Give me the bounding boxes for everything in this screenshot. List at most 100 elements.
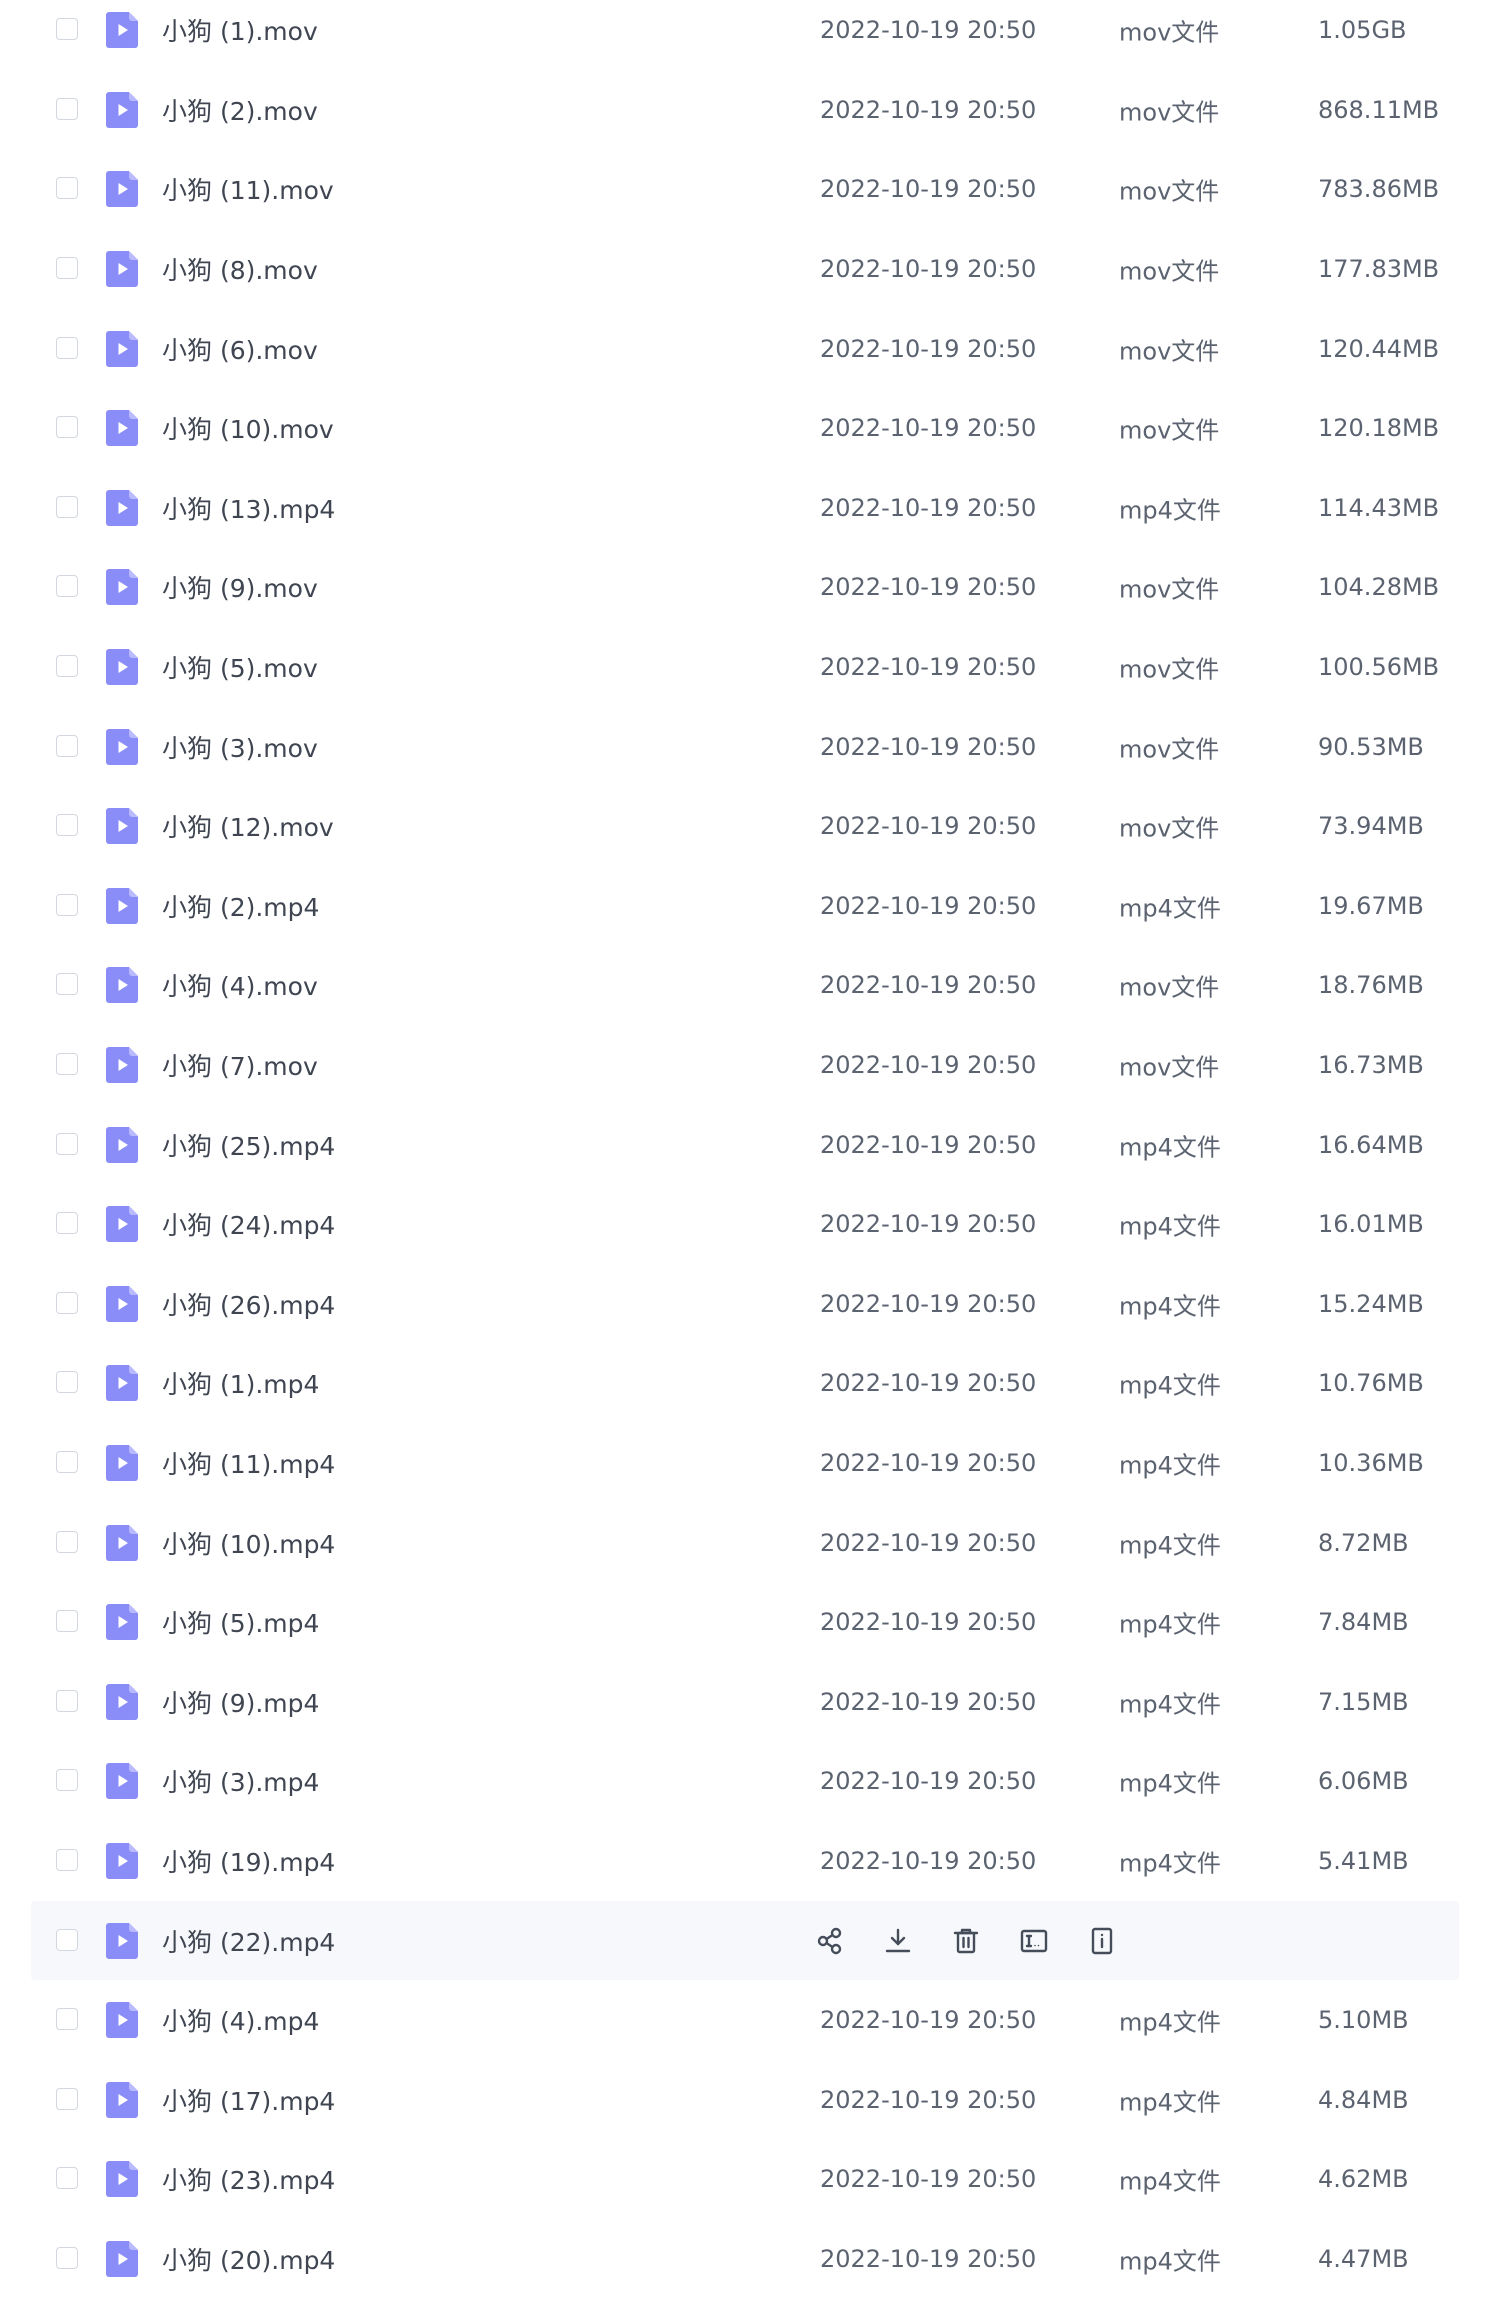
file-size: 100.56MB	[1318, 653, 1440, 682]
row-checkbox[interactable]	[56, 18, 78, 41]
row-checkbox[interactable]	[56, 495, 78, 518]
table-row[interactable]: 小狗 (10).mov 2022-10-19 20:50 mov文件 120.18MB	[31, 389, 1459, 469]
file-name[interactable]: 小狗 (24).mp4	[162, 1206, 335, 1242]
table-row[interactable]: 小狗 (7).mov 2022-10-19 20:50 mov文件 16.73MB	[31, 1025, 1459, 1105]
file-name[interactable]: 小狗 (25).mp4	[162, 1127, 335, 1163]
table-row-hovered[interactable]: 小狗 (22).mp4	[31, 1900, 1459, 1981]
table-row[interactable]: 小狗 (9).mov 2022-10-19 20:50 mov文件 104.28MB	[31, 548, 1459, 628]
file-name[interactable]: 小狗 (11).mov	[162, 171, 334, 207]
row-checkbox[interactable]	[56, 1610, 78, 1633]
row-checkbox[interactable]	[56, 1212, 78, 1235]
table-row[interactable]: 小狗 (9).mp4 2022-10-19 20:50 mp4文件 7.15MB	[31, 1662, 1459, 1742]
row-checkbox[interactable]	[56, 97, 78, 120]
table-row[interactable]: 小狗 (11).mov 2022-10-19 20:50 mov文件 783.86MB	[31, 150, 1459, 230]
file-name[interactable]: 小狗 (20).mp4	[162, 2241, 335, 2277]
row-checkbox[interactable]	[56, 257, 78, 280]
modified-date: 2022-10-19 20:50	[820, 653, 1037, 682]
row-checkbox[interactable]	[56, 734, 78, 757]
table-row[interactable]: 小狗 (5).mp4 2022-10-19 20:50 mp4文件 7.84MB	[31, 1583, 1459, 1663]
share-button[interactable]	[810, 1921, 850, 1961]
file-name[interactable]: 小狗 (19).mp4	[162, 1843, 335, 1879]
table-row[interactable]: 小狗 (4).mp4 2022-10-19 20:50 mp4文件 5.10MB	[31, 1981, 1459, 2061]
file-name[interactable]: 小狗 (9).mov	[162, 569, 318, 605]
row-checkbox[interactable]	[56, 575, 78, 598]
file-type: mov文件	[1119, 735, 1220, 764]
file-name[interactable]: 小狗 (2).mp4	[162, 888, 319, 924]
more-button[interactable]	[1082, 1921, 1122, 1961]
table-row[interactable]: 小狗 (10).mp4 2022-10-19 20:50 mp4文件 8.72MB	[31, 1503, 1459, 1583]
file-name[interactable]: 小狗 (13).mp4	[162, 490, 335, 526]
table-row[interactable]: 小狗 (2).mov 2022-10-19 20:50 mov文件 868.11MB	[31, 70, 1459, 150]
modified-date: 2022-10-19 20:50	[820, 1528, 1037, 1557]
row-checkbox[interactable]	[56, 1451, 78, 1474]
table-row[interactable]: 小狗 (3).mov 2022-10-19 20:50 mov文件 90.53MB	[31, 707, 1459, 787]
file-name[interactable]: 小狗 (10).mp4	[162, 1525, 335, 1561]
file-name[interactable]: 小狗 (5).mov	[162, 649, 318, 685]
table-row[interactable]: 小狗 (3).mp4 2022-10-19 20:50 mp4文件 6.06MB	[31, 1742, 1459, 1822]
file-name[interactable]: 小狗 (22).mp4	[162, 1923, 335, 1959]
table-row[interactable]: 小狗 (25).mp4 2022-10-19 20:50 mp4文件 16.64MB	[31, 1105, 1459, 1185]
table-row[interactable]: 小狗 (5).mov 2022-10-19 20:50 mov文件 100.56MB	[31, 627, 1459, 707]
download-icon	[883, 1926, 913, 1956]
row-checkbox[interactable]	[56, 416, 78, 439]
file-size: 114.43MB	[1318, 493, 1440, 522]
row-checkbox[interactable]	[56, 336, 78, 359]
table-row[interactable]: 小狗 (19).mp4 2022-10-19 20:50 mp4文件 5.41MB	[31, 1821, 1459, 1901]
row-checkbox[interactable]	[56, 177, 78, 200]
table-row[interactable]: 小狗 (26).mp4 2022-10-19 20:50 mp4文件 15.24MB	[31, 1264, 1459, 1344]
row-checkbox[interactable]	[56, 2247, 78, 2270]
download-button[interactable]	[878, 1921, 918, 1961]
table-row[interactable]: 小狗 (20).mp4 2022-10-19 20:50 mp4文件 4.47MB	[31, 2219, 1459, 2299]
row-checkbox[interactable]	[56, 1053, 78, 1076]
table-row[interactable]: 小狗 (11).mp4 2022-10-19 20:50 mp4文件 10.36MB	[31, 1423, 1459, 1503]
row-checkbox[interactable]	[56, 973, 78, 996]
table-row[interactable]: 小狗 (23).mp4 2022-10-19 20:50 mp4文件 4.62MB	[31, 2140, 1459, 2220]
file-name[interactable]: 小狗 (4).mp4	[162, 2002, 319, 2038]
row-checkbox[interactable]	[56, 2087, 78, 2110]
row-checkbox[interactable]	[56, 1132, 78, 1155]
file-name[interactable]: 小狗 (9).mp4	[162, 1684, 319, 1720]
delete-button[interactable]	[946, 1921, 986, 1961]
table-row[interactable]: 小狗 (1).mov 2022-10-19 20:50 mov文件 1.05GB	[31, 0, 1459, 70]
file-name[interactable]: 小狗 (23).mp4	[162, 2161, 335, 2197]
file-name[interactable]: 小狗 (6).mov	[162, 331, 318, 367]
table-row[interactable]: 小狗 (8).mov 2022-10-19 20:50 mov文件 177.83MB	[31, 229, 1459, 309]
row-checkbox[interactable]	[56, 1849, 78, 1872]
file-name[interactable]: 小狗 (3).mp4	[162, 1763, 319, 1799]
file-name[interactable]: 小狗 (4).mov	[162, 967, 318, 1003]
table-row[interactable]: 小狗 (24).mp4 2022-10-19 20:50 mp4文件 16.01MB	[31, 1185, 1459, 1265]
row-checkbox[interactable]	[56, 1928, 78, 1951]
file-name[interactable]: 小狗 (5).mp4	[162, 1604, 319, 1640]
table-row[interactable]: 小狗 (1).mp4 2022-10-19 20:50 mp4文件 10.76MB	[31, 1344, 1459, 1424]
video-file-icon	[106, 1922, 138, 1959]
row-checkbox[interactable]	[56, 1769, 78, 1792]
file-name[interactable]: 小狗 (7).mov	[162, 1047, 318, 1083]
row-checkbox[interactable]	[56, 1291, 78, 1314]
table-row[interactable]: 小狗 (2).mp4 2022-10-19 20:50 mp4文件 19.67MB	[31, 866, 1459, 946]
table-row[interactable]: 小狗 (13).mp4 2022-10-19 20:50 mp4文件 114.43MB	[31, 468, 1459, 548]
file-name[interactable]: 小狗 (1).mov	[162, 12, 318, 48]
file-name[interactable]: 小狗 (10).mov	[162, 410, 334, 446]
file-name[interactable]: 小狗 (11).mp4	[162, 1445, 335, 1481]
file-name[interactable]: 小狗 (8).mov	[162, 251, 318, 287]
file-name[interactable]: 小狗 (17).mp4	[162, 2082, 335, 2118]
row-checkbox[interactable]	[56, 814, 78, 837]
rename-button[interactable]	[1014, 1921, 1054, 1961]
file-name[interactable]: 小狗 (12).mov	[162, 808, 334, 844]
table-row[interactable]: 小狗 (17).mp4 2022-10-19 20:50 mp4文件 4.84MB	[31, 2060, 1459, 2140]
row-checkbox[interactable]	[56, 655, 78, 678]
file-name[interactable]: 小狗 (2).mov	[162, 92, 318, 128]
row-checkbox[interactable]	[56, 893, 78, 916]
table-row[interactable]: 小狗 (6).mov 2022-10-19 20:50 mov文件 120.44MB	[31, 309, 1459, 389]
video-file-icon	[106, 2081, 138, 2118]
row-checkbox[interactable]	[56, 1689, 78, 1712]
row-checkbox[interactable]	[56, 1530, 78, 1553]
file-name[interactable]: 小狗 (3).mov	[162, 729, 318, 765]
file-name[interactable]: 小狗 (26).mp4	[162, 1286, 335, 1322]
table-row[interactable]: 小狗 (12).mov 2022-10-19 20:50 mov文件 73.94MB	[31, 787, 1459, 867]
file-name[interactable]: 小狗 (1).mp4	[162, 1365, 319, 1401]
row-checkbox[interactable]	[56, 2008, 78, 2031]
row-checkbox[interactable]	[56, 1371, 78, 1394]
row-checkbox[interactable]	[56, 2167, 78, 2190]
table-row[interactable]: 小狗 (4).mov 2022-10-19 20:50 mov文件 18.76MB	[31, 946, 1459, 1026]
